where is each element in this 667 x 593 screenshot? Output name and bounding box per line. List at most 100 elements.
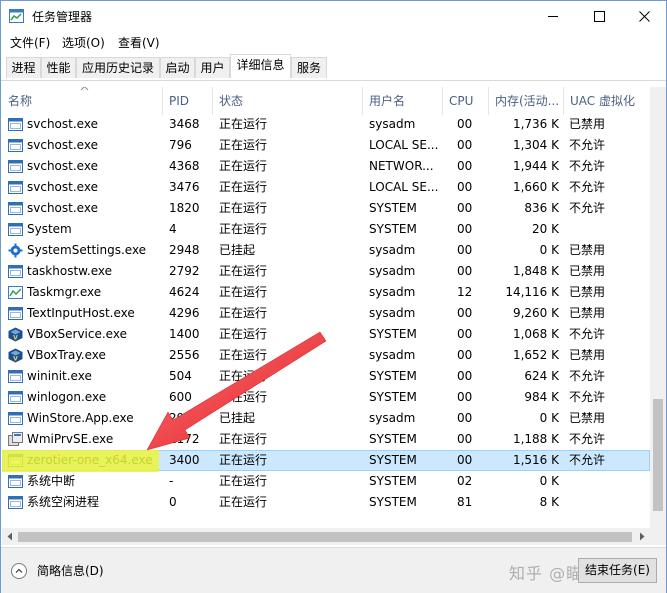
cell-username: SYSTEM — [369, 432, 417, 446]
end-task-button[interactable]: 结束任务(E) — [578, 558, 657, 583]
column-header-uac[interactable]: UAC 虚拟化 — [564, 87, 652, 115]
cell-status: 正在运行 — [219, 264, 268, 278]
cell-pid: 2556 — [169, 348, 200, 362]
vertical-scroll-thumb[interactable] — [653, 399, 663, 511]
menu-options[interactable]: 选项(O) — [62, 34, 105, 51]
minimize-button[interactable] — [530, 1, 576, 32]
cell-status: 正在运行 — [219, 117, 268, 131]
cell-pid: 796 — [169, 138, 192, 152]
svg-text:V: V — [13, 335, 18, 342]
wmi-icon — [8, 432, 23, 447]
table-row[interactable]: WinStore.App.exe 298 已挂起 sysadm 00 0 K 已禁用 — [2, 408, 650, 429]
maximize-button[interactable] — [576, 1, 622, 32]
tab-performance[interactable]: 性能 — [41, 57, 76, 78]
cell-uac: 不允许 — [569, 432, 606, 446]
task-manager-window: 任务管理器 文件(F) 选项(O) 查看(V) 进程 性能 应用历史记录 启动 … — [0, 0, 667, 593]
cell-uac: 已禁用 — [569, 348, 606, 362]
table-row[interactable]: svchost.exe 3468 正在运行 sysadm 00 1,736 K 已禁用 — [2, 114, 650, 135]
cell-cpu: 81 — [457, 495, 473, 509]
task-manager-icon — [9, 9, 24, 23]
cell-pid: 4368 — [169, 159, 200, 173]
cell-pid: 2948 — [169, 243, 200, 257]
table-row[interactable]: 系统空闲进程 0 正在运行 SYSTEM 81 8 K — [2, 492, 650, 513]
service-icon — [8, 159, 23, 174]
cell-username: SYSTEM — [369, 369, 417, 383]
cell-name: System — [27, 222, 72, 236]
vbox-icon: V — [8, 327, 23, 342]
column-header-name[interactable]: 名称 — [2, 87, 163, 115]
close-button[interactable] — [621, 1, 667, 32]
cell-name: svchost.exe — [27, 201, 98, 215]
table-row[interactable]: taskhostw.exe 2792 正在运行 sysadm 00 1,848 K 已禁用 — [2, 261, 650, 282]
scroll-right-icon[interactable] — [638, 532, 646, 541]
cell-pid: 504 — [169, 369, 192, 383]
cell-cpu: 00 — [457, 201, 473, 215]
tab-services[interactable]: 服务 — [291, 57, 327, 78]
table-row[interactable]: svchost.exe 796 正在运行 LOCAL SE... 00 1,304 K 不允… — [2, 135, 650, 156]
column-header-cpu[interactable]: CPU — [443, 87, 489, 115]
fewer-details-link[interactable]: 简略信息(D) — [37, 562, 104, 579]
cell-memory: 984 K — [524, 390, 559, 404]
table-row[interactable]: TextInputHost.exe 4296 正在运行 sysadm 00 9,260 K… — [2, 303, 650, 324]
cell-memory: 8 K — [539, 495, 559, 509]
cell-uac: 不允许 — [569, 453, 606, 467]
cell-pid: 3400 — [169, 453, 200, 467]
tab-processes[interactable]: 进程 — [6, 57, 41, 78]
title-bar[interactable]: 任务管理器 — [1, 1, 666, 32]
cell-memory: 1,944 K — [512, 159, 559, 173]
table-row[interactable]: SystemSettings.exe 2948 已挂起 sysadm 00 0 K 已禁用 — [2, 240, 650, 261]
menu-file[interactable]: 文件(F) — [10, 34, 50, 51]
column-header-memory[interactable]: 内存(活动... — [489, 87, 564, 115]
column-header-pid[interactable]: PID — [163, 87, 213, 115]
table-row[interactable]: V VBoxService.exe 1400 正在运行 SYSTEM 00 1,068 K 不… — [2, 324, 650, 345]
cell-name: wininit.exe — [27, 369, 92, 383]
cell-memory: 0 K — [539, 411, 559, 425]
cell-username: SYSTEM — [369, 327, 417, 341]
cell-uac: 不允许 — [569, 369, 606, 383]
cell-name: VBoxTray.exe — [27, 348, 106, 362]
cell-uac: 不允许 — [569, 390, 606, 404]
table-row[interactable]: svchost.exe 1820 正在运行 SYSTEM 00 836 K 不允许 — [2, 198, 650, 219]
cell-status: 正在运行 — [219, 201, 268, 215]
fewer-details-icon[interactable] — [11, 563, 27, 579]
column-header-username[interactable]: 用户名 — [363, 87, 443, 115]
cell-status: 正在运行 — [219, 285, 268, 299]
cell-memory: 1,736 K — [512, 117, 559, 131]
service-icon — [8, 306, 23, 321]
column-header-status[interactable]: 状态 — [213, 87, 363, 115]
cell-username: NETWOR... — [369, 159, 434, 173]
tab-app-history[interactable]: 应用历史记录 — [76, 57, 160, 78]
table-row[interactable]: 系统中断 - 正在运行 SYSTEM 02 0 K — [2, 471, 650, 492]
scroll-left-icon[interactable] — [6, 532, 14, 541]
close-icon — [638, 11, 650, 22]
cell-cpu: 00 — [457, 243, 473, 257]
tab-details[interactable]: 详细信息 — [230, 54, 291, 78]
cell-status: 已挂起 — [219, 411, 256, 425]
service-icon — [8, 222, 23, 237]
footer-bar: 简略信息(D) 知乎 @瞄瞄小鹏 结束任务(E) — [1, 547, 666, 593]
tab-users[interactable]: 用户 — [195, 57, 230, 78]
cell-pid: 2792 — [169, 264, 200, 278]
table-row[interactable]: System 4 正在运行 SYSTEM 00 20 K — [2, 219, 650, 240]
table-row[interactable]: WmiPrvSE.exe 1172 正在运行 SYSTEM 00 1,188 K 不允许 — [2, 429, 650, 450]
cell-status: 正在运行 — [219, 369, 268, 383]
table-row[interactable]: svchost.exe 3476 正在运行 LOCAL SE... 00 1,660 K 不… — [2, 177, 650, 198]
cell-pid: 4 — [169, 222, 177, 236]
service-icon — [8, 180, 23, 195]
cell-memory: 20 K — [532, 222, 559, 236]
column-header-name-label: 名称 — [8, 94, 33, 108]
horizontal-scroll-thumb[interactable] — [18, 532, 632, 542]
cell-pid: 0 — [169, 495, 177, 509]
table-row[interactable]: svchost.exe 4368 正在运行 NETWOR... 00 1,944 K 不允许 — [2, 156, 650, 177]
table-row[interactable]: V VBoxTray.exe 2556 正在运行 sysadm 00 1,652 K 已禁用 — [2, 345, 650, 366]
cell-uac: 不允许 — [569, 327, 606, 341]
cell-status: 正在运行 — [219, 159, 268, 173]
menu-view[interactable]: 查看(V) — [118, 34, 160, 51]
tab-startup[interactable]: 启动 — [160, 57, 195, 78]
cell-memory: 14,116 K — [505, 285, 559, 299]
cell-pid: 1172 — [169, 432, 200, 446]
table-row[interactable]: winlogon.exe 600 正在运行 SYSTEM 00 984 K 不允许 — [2, 387, 650, 408]
cell-username: SYSTEM — [369, 222, 417, 236]
table-row[interactable]: Taskmgr.exe 4624 正在运行 sysadm 12 14,116 K 已禁用 — [2, 282, 650, 303]
table-row[interactable]: wininit.exe 504 正在运行 SYSTEM 00 624 K 不允许 — [2, 366, 650, 387]
